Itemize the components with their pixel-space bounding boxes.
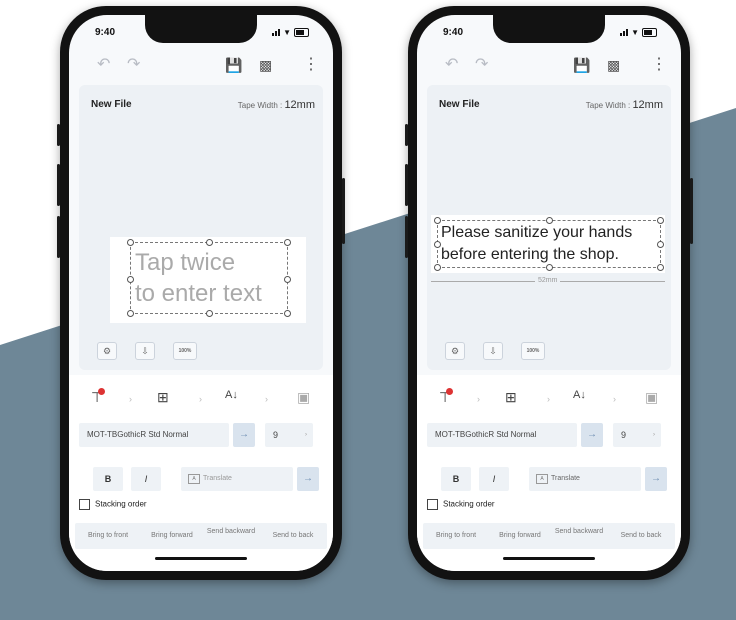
- font-select-arrow[interactable]: →: [581, 423, 603, 447]
- settings-button[interactable]: ⚙: [97, 342, 117, 360]
- font-size-field[interactable]: 9 ›: [613, 423, 661, 447]
- stacking-order-row: Bring to front Bring forward Send backwa…: [75, 523, 327, 549]
- undo-icon[interactable]: ↶: [445, 57, 458, 73]
- notch: [145, 15, 257, 43]
- translate-arrow-button[interactable]: →: [297, 467, 319, 491]
- gear-icon: ⚙: [450, 346, 460, 356]
- label-text-line-2: before entering the shop.: [441, 246, 619, 263]
- property-panel: ⊤ › ⊞ › A↓ › ▣ MOT-TBGothicR Std Normal …: [417, 375, 681, 571]
- stacking-order-row: Bring to front Bring forward Send backwa…: [423, 523, 675, 549]
- redo-icon[interactable]: ↷: [127, 57, 140, 73]
- phone-mockup-right: 9:40 ▼ ↶ ↷ 💾 ▩ ⋮ New File Tape Width : 1…: [405, 6, 693, 580]
- bold-button[interactable]: B: [441, 467, 471, 491]
- phone-screen: 9:40 ▼ ↶ ↷ 💾 ▩ ⋮ New File Tape Width : 1…: [417, 15, 681, 571]
- undo-icon[interactable]: ↶: [97, 57, 110, 73]
- bring-to-front-button[interactable]: Bring to front: [77, 531, 139, 540]
- redo-icon[interactable]: ↷: [475, 57, 488, 73]
- object-tools-row: ⊤ › ⊞ › A↓ › ▣: [439, 388, 659, 406]
- bring-forward-button[interactable]: Bring forward: [141, 531, 203, 540]
- text-frame-icon[interactable]: ⊞: [157, 389, 169, 406]
- gear-icon: ⚙: [102, 346, 112, 356]
- status-time: 9:40: [95, 27, 116, 38]
- translate-field[interactable]: A Translate: [529, 467, 641, 491]
- text-frame-icon[interactable]: ⊞: [505, 389, 517, 406]
- save-icon[interactable]: 💾: [573, 57, 590, 73]
- stacking-order-heading: Stacking order: [427, 499, 495, 510]
- sort-az-icon[interactable]: A↓: [573, 389, 586, 401]
- translate-icon: A: [188, 474, 200, 484]
- label-canvas[interactable]: New File Tape Width : 12mm Tap twice to …: [79, 85, 323, 370]
- stacking-order-heading: Stacking order: [79, 499, 147, 510]
- import-button[interactable]: ⇩: [135, 342, 155, 360]
- bold-button[interactable]: B: [93, 467, 123, 491]
- more-icon[interactable]: ⋮: [303, 57, 319, 73]
- zoom-button[interactable]: 100%: [173, 342, 197, 360]
- text-selection-box[interactable]: Tap twice to enter text: [127, 239, 291, 317]
- import-icon: ⇩: [489, 346, 497, 356]
- import-icon: ⇩: [141, 346, 149, 356]
- zoom-button[interactable]: 100%: [521, 342, 545, 360]
- frame-icon[interactable]: ▣: [297, 389, 310, 406]
- status-time: 9:40: [443, 27, 464, 38]
- font-family-field[interactable]: MOT-TBGothicR Std Normal: [79, 423, 229, 447]
- file-title: New File: [439, 99, 480, 110]
- property-panel: ⊤ › ⊞ › A↓ › ▣ MOT-TBGothicR Std Normal …: [69, 375, 333, 571]
- print-icon[interactable]: ▩: [607, 57, 620, 73]
- phone-screen: 9:40 ▼ ↶ ↷ 💾 ▩ ⋮ New File Tape Width : 1…: [69, 15, 333, 571]
- stack-icon: [427, 499, 438, 510]
- italic-button[interactable]: I: [479, 467, 509, 491]
- wifi-icon: ▼: [283, 28, 291, 37]
- label-preview[interactable]: Tap twice to enter text: [110, 237, 306, 323]
- tape-width: Tape Width : 12mm: [237, 99, 315, 111]
- send-backward-button[interactable]: Send backward: [205, 527, 257, 536]
- status-icons: ▼: [620, 28, 657, 37]
- home-indicator: [155, 557, 247, 560]
- editor-toolbar: ↶ ↷ 💾 ▩ ⋮: [69, 51, 333, 81]
- settings-button[interactable]: ⚙: [445, 342, 465, 360]
- label-text-line-1: Please sanitize your hands: [441, 224, 633, 241]
- signal-icon: [272, 29, 281, 36]
- send-backward-button[interactable]: Send backward: [553, 527, 605, 536]
- frame-icon[interactable]: ▣: [645, 389, 658, 406]
- tape-width: Tape Width : 12mm: [585, 99, 663, 111]
- stack-icon: [79, 499, 90, 510]
- chevron-icon: ›: [653, 432, 655, 438]
- signal-icon: [620, 29, 629, 36]
- save-icon[interactable]: 💾: [225, 57, 242, 73]
- notch: [493, 15, 605, 43]
- text-selection-box[interactable]: Please sanitize your hands before enteri…: [434, 217, 664, 271]
- label-text-line-2: to enter text: [135, 280, 262, 307]
- battery-icon: [642, 28, 657, 37]
- width-measure-label: 52mm: [535, 277, 561, 284]
- chevron-icon: ›: [305, 432, 307, 438]
- bring-forward-button[interactable]: Bring forward: [489, 531, 551, 540]
- bring-to-front-button[interactable]: Bring to front: [425, 531, 487, 540]
- phone-mockup-left: 9:40 ▼ ↶ ↷ 💾 ▩ ⋮ New File Tape Width : 1…: [57, 6, 345, 580]
- text-object-icon[interactable]: ⊤: [439, 388, 454, 406]
- translate-field[interactable]: A Translate: [181, 467, 293, 491]
- send-to-back-button[interactable]: Send to back: [261, 531, 325, 540]
- file-title: New File: [91, 99, 132, 110]
- translate-icon: A: [536, 474, 548, 484]
- status-icons: ▼: [272, 28, 309, 37]
- editor-toolbar: ↶ ↷ 💾 ▩ ⋮: [417, 51, 681, 81]
- more-icon[interactable]: ⋮: [651, 57, 667, 73]
- text-object-icon[interactable]: ⊤: [91, 388, 106, 406]
- translate-arrow-button[interactable]: →: [645, 467, 667, 491]
- font-size-field[interactable]: 9 ›: [265, 423, 313, 447]
- label-canvas[interactable]: New File Tape Width : 12mm Please saniti…: [427, 85, 671, 370]
- wifi-icon: ▼: [631, 28, 639, 37]
- print-icon[interactable]: ▩: [259, 57, 272, 73]
- import-button[interactable]: ⇩: [483, 342, 503, 360]
- label-preview[interactable]: Please sanitize your hands before enteri…: [431, 215, 665, 273]
- font-family-field[interactable]: MOT-TBGothicR Std Normal: [427, 423, 577, 447]
- label-text-line-1: Tap twice: [135, 249, 236, 276]
- battery-icon: [294, 28, 309, 37]
- send-to-back-button[interactable]: Send to back: [609, 531, 673, 540]
- sort-az-icon[interactable]: A↓: [225, 389, 238, 401]
- italic-button[interactable]: I: [131, 467, 161, 491]
- font-select-arrow[interactable]: →: [233, 423, 255, 447]
- home-indicator: [503, 557, 595, 560]
- object-tools-row: ⊤ › ⊞ › A↓ › ▣: [91, 388, 311, 406]
